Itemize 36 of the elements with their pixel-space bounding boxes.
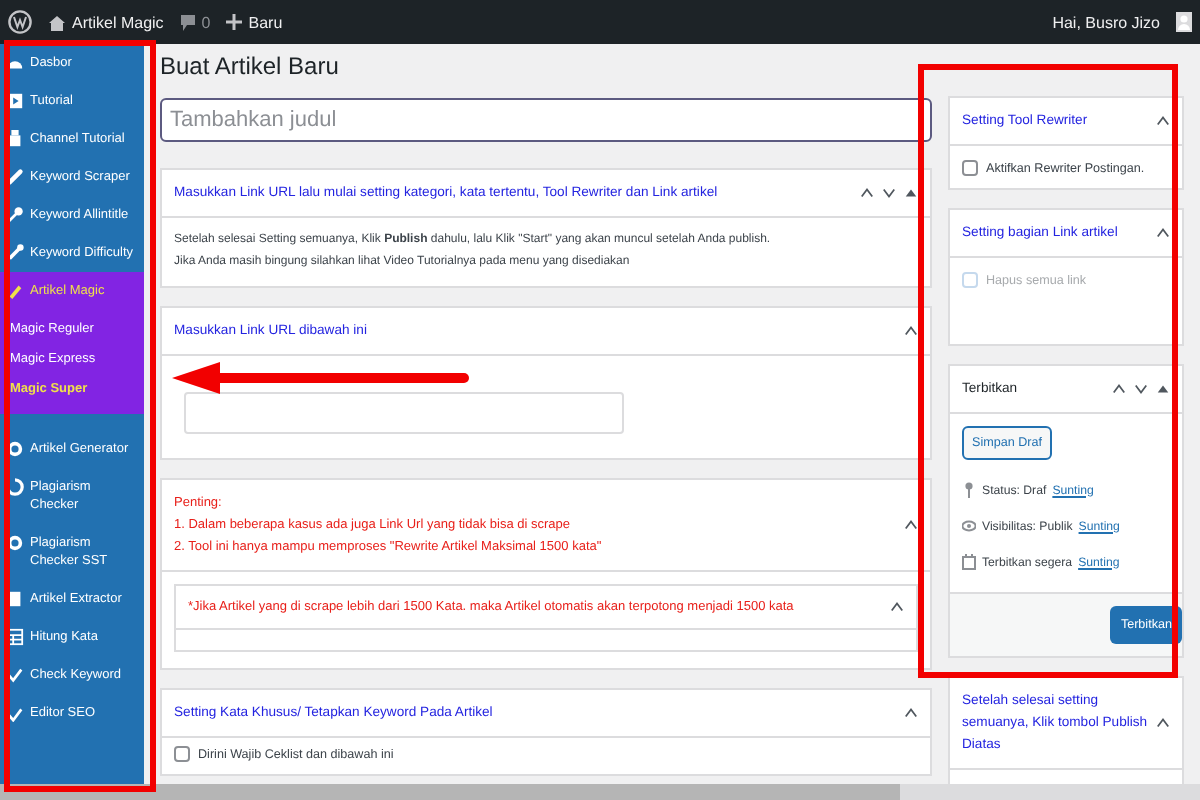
checkbox[interactable] bbox=[962, 160, 978, 176]
check-icon bbox=[6, 704, 24, 722]
chevron-up-icon[interactable] bbox=[904, 324, 918, 338]
chevron-up-icon[interactable] bbox=[1156, 114, 1170, 128]
toggle-icon[interactable] bbox=[1156, 382, 1170, 396]
eye-icon bbox=[962, 518, 976, 534]
checkbox[interactable] bbox=[174, 746, 190, 762]
greeting-text[interactable]: Hai, Busro Jizo bbox=[1052, 13, 1160, 31]
chevron-up-icon[interactable] bbox=[1156, 226, 1170, 240]
toggle-icon[interactable] bbox=[904, 186, 918, 200]
chevron-up-icon[interactable] bbox=[1156, 716, 1170, 730]
title-input-field[interactable]: Tambahkan judul bbox=[160, 98, 932, 142]
calendar-icon bbox=[962, 554, 976, 570]
scrollbar[interactable] bbox=[0, 784, 1200, 800]
chevron-up-icon[interactable] bbox=[904, 706, 918, 720]
chevron-up-icon[interactable] bbox=[860, 186, 874, 200]
new-link[interactable]: Baru bbox=[248, 13, 283, 31]
plus-icon[interactable] bbox=[226, 14, 243, 30]
chevron-down-icon[interactable] bbox=[1134, 382, 1148, 396]
page-title: Buat Artikel Baru bbox=[160, 52, 341, 80]
chevron-up-icon[interactable] bbox=[890, 600, 904, 614]
key-icon bbox=[6, 206, 24, 224]
home-icon[interactable] bbox=[48, 13, 66, 31]
logo-icon[interactable] bbox=[8, 10, 32, 34]
pencil-icon bbox=[6, 282, 24, 300]
chevron-up-icon[interactable] bbox=[1112, 382, 1126, 396]
check-icon bbox=[6, 666, 24, 684]
site-name-link[interactable]: Artikel Magic bbox=[72, 13, 164, 31]
chevron-up-icon[interactable] bbox=[904, 518, 918, 532]
calculator-icon bbox=[6, 628, 24, 646]
comment-icon[interactable] bbox=[179, 13, 196, 31]
chevron-down-icon[interactable] bbox=[882, 186, 896, 200]
pin-icon bbox=[962, 482, 976, 498]
document-icon bbox=[6, 590, 24, 608]
comment-count: 0 bbox=[201, 13, 211, 31]
url-input-field[interactable] bbox=[184, 392, 624, 434]
